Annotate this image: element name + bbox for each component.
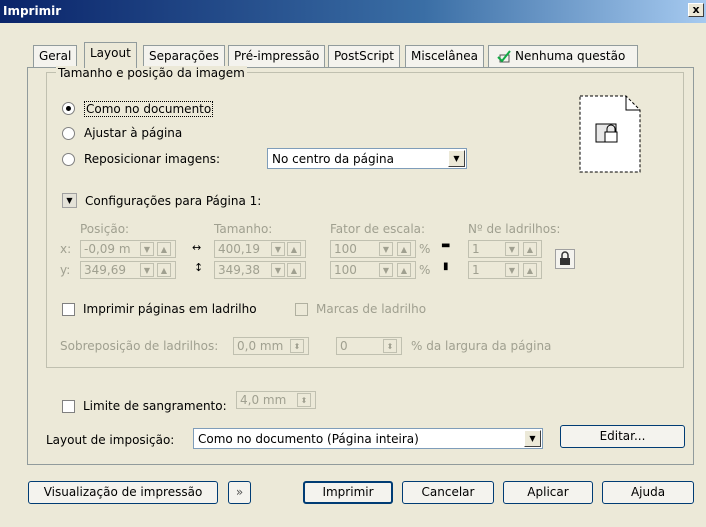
spin-updown-icon[interactable]: ⬍ <box>297 393 311 407</box>
config-expand-button[interactable]: ▼ <box>62 193 77 208</box>
radio-ajustar-a-pagina[interactable] <box>62 127 75 140</box>
overlap-label: Sobreposição de ladrilhos: <box>60 339 219 353</box>
scale-x-field[interactable]: 100 ▼ ▲ <box>330 240 416 258</box>
spin-down-icon[interactable]: ▼ <box>271 242 285 256</box>
spin-updown-icon[interactable]: ⬍ <box>290 339 304 353</box>
spin-up-icon[interactable]: ▲ <box>287 263 301 277</box>
overlap-mm-field[interactable]: 0,0 mm ⬍ <box>233 337 309 355</box>
radio-como-no-documento[interactable] <box>62 102 75 115</box>
chevron-down-icon[interactable]: ▼ <box>524 430 541 447</box>
reposition-value: No centro da página <box>272 152 394 166</box>
lock-button[interactable] <box>555 249 575 269</box>
spin-down-icon[interactable]: ▼ <box>379 242 393 256</box>
spin-up-icon[interactable]: ▲ <box>523 263 537 277</box>
config-title: Configurações para Página 1: <box>85 194 262 208</box>
bleed-field[interactable]: 4,0 mm ⬍ <box>236 391 316 409</box>
tiles-y-field[interactable]: 1 ▼ ▲ <box>468 261 542 279</box>
spin-up-icon[interactable]: ▲ <box>523 242 537 256</box>
print-preview-button[interactable]: Visualização de impressão <box>28 481 218 504</box>
imposition-dropdown[interactable]: Como no documento (Página inteira) ▼ <box>193 428 543 449</box>
radio-label-ajustar: Ajustar à página <box>84 126 183 140</box>
page-preview-icon <box>579 95 641 173</box>
tab-miscelanea[interactable]: Miscelânea <box>405 45 484 67</box>
spin-down-icon[interactable]: ▼ <box>140 242 154 256</box>
apply-button[interactable]: Aplicar <box>503 481 593 504</box>
size-x-field[interactable]: 400,19 ▼ ▲ <box>214 240 306 258</box>
label-y: y: <box>60 263 71 277</box>
pos-y-field[interactable]: 349,69 ▼ ▲ <box>80 261 176 279</box>
overlap-pct-field[interactable]: 0 ⬍ <box>336 337 402 355</box>
lock-icon <box>560 251 570 265</box>
scale-y-field[interactable]: 100 ▼ ▲ <box>330 261 416 279</box>
pos-x-value: -0,09 m <box>84 242 131 256</box>
tab-postscript[interactable]: PostScript <box>328 45 400 67</box>
tiles-y-value: 1 <box>472 263 480 277</box>
width-arrow-icon: ↔ <box>192 241 202 254</box>
header-posicao: Posição: <box>80 222 130 236</box>
window-title: Imprimir <box>3 4 62 18</box>
spin-up-icon[interactable]: ▲ <box>157 263 171 277</box>
pct-x: % <box>419 242 431 256</box>
tab-layout[interactable]: Layout <box>84 42 137 68</box>
overlap-mm-value: 0,0 mm <box>237 339 284 353</box>
tile-print-checkbox[interactable] <box>62 303 75 316</box>
radio-reposicionar-imagens[interactable] <box>62 153 75 166</box>
radio-label-como-no-documento: Como no documento <box>84 101 214 117</box>
overlap-pct-value: 0 <box>340 339 348 353</box>
scale-x-value: 100 <box>334 242 357 256</box>
imposition-label: Layout de imposição: <box>46 433 175 447</box>
spin-down-icon[interactable]: ▼ <box>271 263 285 277</box>
spin-down-icon[interactable]: ▼ <box>505 242 519 256</box>
size-x-value: 400,19 <box>218 242 260 256</box>
spin-down-icon[interactable]: ▼ <box>140 263 154 277</box>
scale-y-value: 100 <box>334 263 357 277</box>
pos-x-field[interactable]: -0,09 m ▼ ▲ <box>80 240 176 258</box>
help-button[interactable]: Ajuda <box>602 481 694 504</box>
tile-print-label: Imprimir páginas em ladrilho <box>83 302 257 316</box>
tab-geral[interactable]: Geral <box>33 45 78 67</box>
tab-label: Nenhuma questão <box>515 49 626 63</box>
overlap-suffix: % da largura da página <box>411 339 552 353</box>
tiles-horizontal-icon: ▬ <box>441 240 451 251</box>
bleed-label: Limite de sangramento: <box>83 399 227 413</box>
pos-y-value: 349,69 <box>84 263 126 277</box>
size-y-field[interactable]: 349,38 ▼ ▲ <box>214 261 306 279</box>
print-button[interactable]: Imprimir <box>303 481 393 504</box>
bleed-checkbox[interactable] <box>62 400 75 413</box>
bleed-value: 4,0 mm <box>240 393 287 407</box>
reposition-dropdown[interactable]: No centro da página ▼ <box>267 148 467 169</box>
spin-up-icon[interactable]: ▲ <box>287 242 301 256</box>
checkmark-icon <box>497 50 511 63</box>
imposition-value: Como no documento (Página inteira) <box>198 432 419 446</box>
radio-label-reposicionar: Reposicionar imagens: <box>84 152 220 166</box>
spin-up-icon[interactable]: ▲ <box>397 242 411 256</box>
header-ladrilhos: Nº de ladrilhos: <box>468 222 561 236</box>
header-tamanho: Tamanho: <box>214 222 273 236</box>
spin-down-icon[interactable]: ▼ <box>505 263 519 277</box>
title-bar: Imprimir x <box>0 0 706 23</box>
header-fator-escala: Fator de escala: <box>330 222 426 236</box>
tab-nenhuma-questao[interactable]: Nenhuma questão <box>488 45 638 67</box>
tiles-x-field[interactable]: 1 ▼ ▲ <box>468 240 542 258</box>
tiles-vertical-icon: ▮ <box>443 261 449 272</box>
spin-up-icon[interactable]: ▲ <box>397 263 411 277</box>
tab-pre-impressao[interactable]: Pré-impressão <box>228 45 326 67</box>
group-title: Tamanho e posição da imagem <box>56 66 247 80</box>
tile-marks-label: Marcas de ladrilho <box>316 302 427 316</box>
tile-marks-checkbox[interactable] <box>295 303 308 316</box>
size-y-value: 349,38 <box>218 263 260 277</box>
tiles-x-value: 1 <box>472 242 480 256</box>
spin-down-icon[interactable]: ▼ <box>379 263 393 277</box>
label-x: x: <box>60 242 72 256</box>
close-button[interactable]: x <box>688 3 704 17</box>
tab-separacoes[interactable]: Separações <box>143 45 225 67</box>
double-arrow-icon[interactable]: » <box>228 481 251 504</box>
cancel-button[interactable]: Cancelar <box>402 481 494 504</box>
spin-up-icon[interactable]: ▲ <box>157 242 171 256</box>
height-arrow-icon: ↕ <box>194 261 204 274</box>
spin-updown-icon[interactable]: ⬍ <box>383 339 397 353</box>
pct-y: % <box>419 263 431 277</box>
edit-button[interactable]: Editar... <box>560 425 685 448</box>
chevron-down-icon[interactable]: ▼ <box>448 150 465 167</box>
